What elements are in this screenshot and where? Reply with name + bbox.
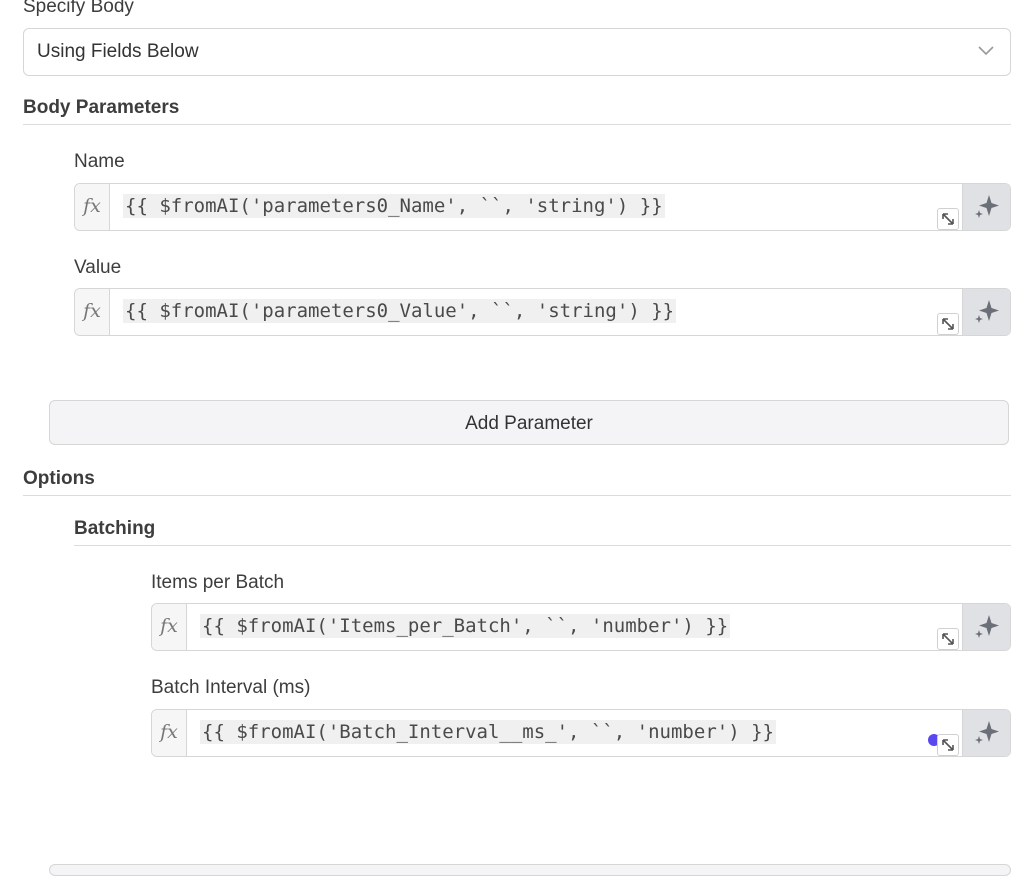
- fx-icon: fx: [152, 604, 187, 650]
- items-per-batch-expression-text: {{ $fromAI('Items_per_Batch', ``, 'numbe…: [200, 614, 731, 638]
- items-per-batch-label: Items per Batch: [151, 572, 285, 593]
- ai-sparkles-button[interactable]: [962, 710, 1010, 756]
- body-parameters-title: Body Parameters: [23, 97, 180, 118]
- specify-body-value: Using Fields Below: [37, 41, 199, 62]
- expand-icon[interactable]: [937, 628, 959, 650]
- sparkles-icon: [975, 300, 999, 323]
- batching-title: Batching: [74, 518, 156, 539]
- name-label: Name: [74, 151, 125, 172]
- chevron-down-icon: [978, 46, 994, 56]
- body-parameters-divider: [23, 124, 1011, 125]
- next-button-edge[interactable]: [49, 864, 1011, 876]
- value-expression-field[interactable]: fx {{ $fromAI('parameters0_Value', ``, '…: [74, 288, 1011, 336]
- name-expression-text: {{ $fromAI('parameters0_Name', ``, 'stri…: [123, 194, 665, 218]
- ai-sparkles-button[interactable]: [962, 604, 1010, 650]
- expand-icon[interactable]: [937, 208, 959, 230]
- value-label: Value: [74, 257, 122, 278]
- specify-body-select[interactable]: Using Fields Below: [23, 28, 1011, 76]
- ai-sparkles-button[interactable]: [962, 289, 1010, 335]
- expand-icon[interactable]: [937, 313, 959, 335]
- fx-icon: fx: [75, 289, 110, 335]
- name-expression-field[interactable]: fx {{ $fromAI('parameters0_Name', ``, 's…: [74, 183, 1011, 231]
- batch-interval-expression-text: {{ $fromAI('Batch_Interval__ms_', ``, 'n…: [200, 720, 776, 744]
- value-expression-text: {{ $fromAI('parameters0_Value', ``, 'str…: [123, 299, 677, 323]
- items-per-batch-field[interactable]: fx {{ $fromAI('Items_per_Batch', ``, 'nu…: [151, 603, 1011, 651]
- sparkles-icon: [975, 721, 999, 744]
- options-title: Options: [23, 468, 95, 489]
- sparkles-icon: [975, 195, 999, 218]
- expand-icon[interactable]: [937, 734, 959, 756]
- fx-icon: fx: [75, 184, 110, 230]
- add-parameter-button[interactable]: Add Parameter: [49, 400, 1009, 445]
- batch-interval-label: Batch Interval (ms): [151, 677, 311, 698]
- specify-body-label: Specify Body: [23, 0, 134, 17]
- options-divider: [23, 495, 1011, 496]
- batch-interval-field[interactable]: fx {{ $fromAI('Batch_Interval__ms_', ``,…: [151, 709, 1011, 757]
- ai-sparkles-button[interactable]: [962, 184, 1010, 230]
- fx-icon: fx: [152, 710, 187, 756]
- sparkles-icon: [975, 615, 999, 638]
- batching-divider: [74, 545, 1011, 546]
